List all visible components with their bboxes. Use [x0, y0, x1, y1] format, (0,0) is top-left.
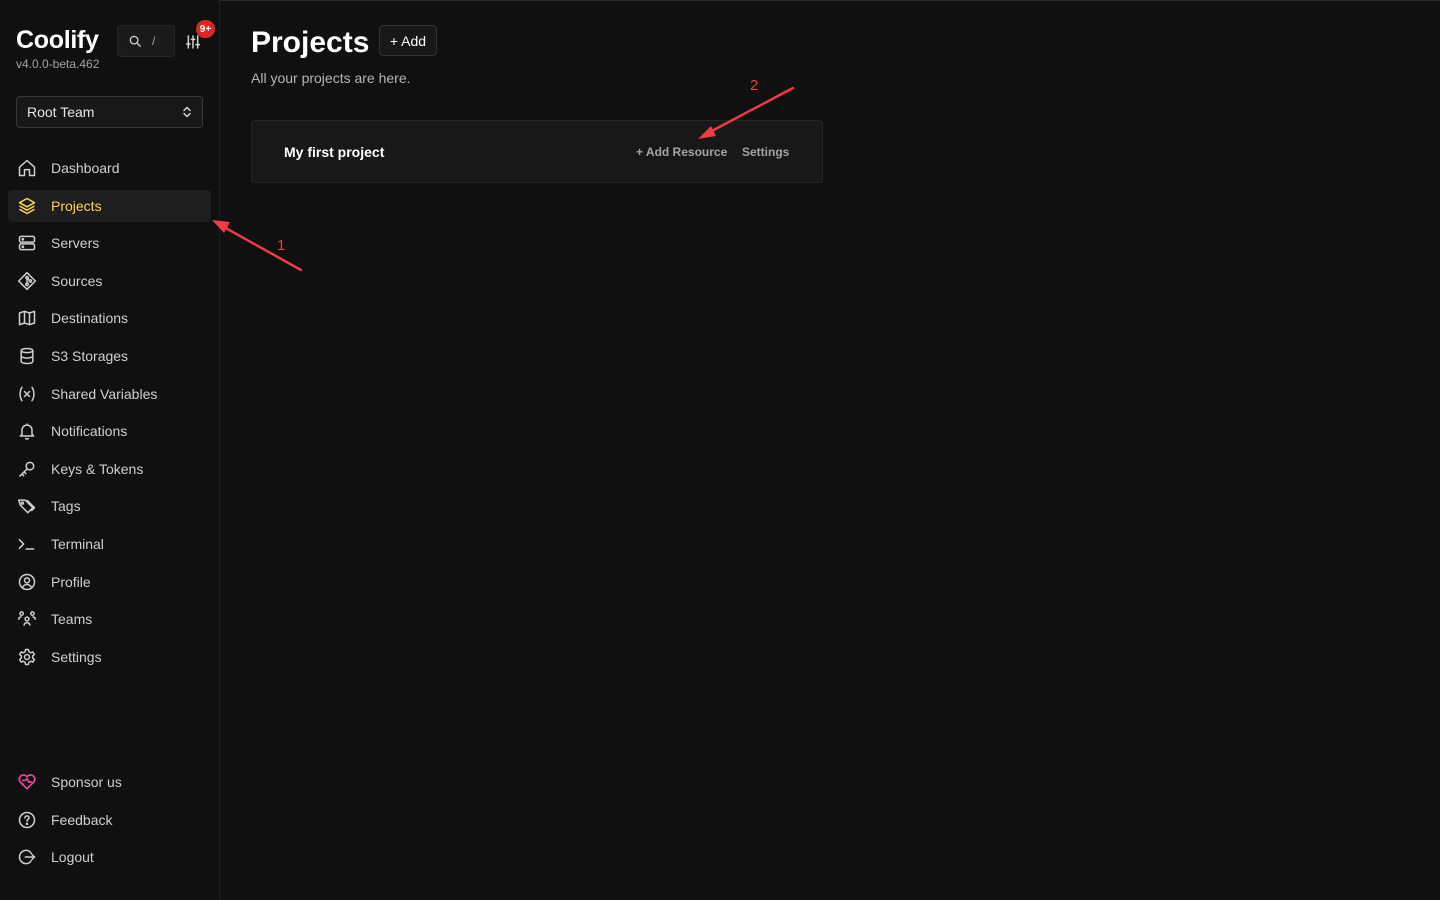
- sidebar-item-logout[interactable]: Logout: [8, 841, 211, 873]
- sidebar-item-label: Keys & Tokens: [51, 460, 144, 477]
- sidebar-item-teams[interactable]: Teams: [8, 603, 211, 635]
- sidebar: Coolify v4.0.0-beta.462 / 9+ Root Team D…: [0, 0, 220, 900]
- sidebar-item-label: Servers: [51, 235, 100, 252]
- sidebar-item-destinations[interactable]: Destinations: [8, 302, 211, 334]
- git-icon: [17, 271, 37, 291]
- sidebar-item-label: Terminal: [51, 535, 104, 552]
- sidebar-item-profile[interactable]: Profile: [8, 566, 211, 598]
- users-icon: [17, 609, 37, 629]
- sidebar-item-sources[interactable]: Sources: [8, 265, 211, 297]
- sidebar-item-label: Sponsor us: [51, 774, 122, 790]
- sidebar-item-sponsor[interactable]: Sponsor us: [8, 766, 211, 798]
- sidebar-bottom-nav: Sponsor us Feedback Logout: [8, 766, 211, 879]
- home-icon: [17, 158, 37, 178]
- sidebar-nav: Dashboard Projects Servers Sources Desti…: [8, 152, 211, 678]
- sidebar-item-notifications[interactable]: Notifications: [8, 415, 211, 447]
- sidebar-item-label: Destinations: [51, 310, 129, 327]
- brand: Coolify v4.0.0-beta.462: [16, 25, 99, 71]
- search-icon: [129, 35, 141, 47]
- sidebar-item-settings[interactable]: Settings: [8, 641, 211, 673]
- search-button[interactable]: /: [117, 25, 175, 57]
- sidebar-item-label: Notifications: [51, 423, 128, 440]
- logout-icon: [17, 847, 37, 867]
- add-project-button[interactable]: + Add: [379, 25, 437, 56]
- terminal-icon: [17, 534, 37, 554]
- sidebar-item-keys-tokens[interactable]: Keys & Tokens: [8, 453, 211, 485]
- sidebar-item-s3-storages[interactable]: S3 Storages: [8, 340, 211, 372]
- sidebar-item-label: Profile: [51, 573, 91, 590]
- sidebar-item-label: Shared Variables: [51, 385, 158, 402]
- sidebar-item-servers[interactable]: Servers: [8, 227, 211, 259]
- user-circle-icon: [17, 572, 37, 592]
- sidebar-item-dashboard[interactable]: Dashboard: [8, 152, 211, 184]
- search-shortcut: /: [152, 34, 156, 48]
- sidebar-item-terminal[interactable]: Terminal: [8, 528, 211, 560]
- tag-icon: [17, 496, 37, 516]
- project-card[interactable]: My first project + Add Resource Settings: [251, 120, 823, 183]
- sidebar-item-label: Teams: [51, 611, 93, 628]
- sliders-icon[interactable]: [185, 34, 201, 50]
- team-select-value: Root Team: [27, 104, 95, 120]
- key-icon: [17, 459, 37, 479]
- annotation-label-2: 2: [750, 77, 759, 94]
- bell-icon: [17, 421, 37, 441]
- sidebar-item-label: Tags: [51, 498, 81, 515]
- team-select[interactable]: Root Team: [16, 96, 203, 128]
- database-icon: [17, 346, 37, 366]
- annotation-arrow-1: [212, 220, 303, 272]
- page-subtitle: All your projects are here.: [251, 70, 411, 86]
- sidebar-item-label: Dashboard: [51, 160, 120, 176]
- project-settings-link[interactable]: Settings: [742, 145, 789, 159]
- project-name[interactable]: My first project: [284, 144, 384, 160]
- heart-icon: [17, 772, 37, 792]
- chevron-up-down-icon: [183, 106, 191, 118]
- map-icon: [17, 308, 37, 328]
- sidebar-item-label: Logout: [51, 849, 94, 866]
- gear-icon: [17, 647, 37, 667]
- add-resource-link[interactable]: + Add Resource: [636, 145, 727, 159]
- sidebar-item-label: Settings: [51, 648, 102, 665]
- sidebar-item-shared-variables[interactable]: Shared Variables: [8, 378, 211, 410]
- server-icon: [17, 233, 37, 253]
- sidebar-item-label: Sources: [51, 272, 103, 289]
- sidebar-item-tags[interactable]: Tags: [8, 490, 211, 522]
- sidebar-item-projects[interactable]: Projects: [8, 189, 211, 222]
- page-title: Projects: [251, 26, 370, 59]
- notification-badge: 9+: [196, 20, 215, 38]
- sidebar-item-label: Feedback: [51, 811, 113, 828]
- app-name[interactable]: Coolify: [16, 25, 99, 55]
- help-circle-icon: [17, 810, 37, 830]
- sidebar-item-feedback[interactable]: Feedback: [8, 804, 211, 836]
- layers-icon: [17, 196, 37, 216]
- app-version: v4.0.0-beta.462: [16, 57, 100, 71]
- annotation-label-1: 1: [277, 237, 286, 254]
- sidebar-item-label: S3 Storages: [51, 347, 129, 364]
- sidebar-item-label: Projects: [51, 197, 102, 214]
- variable-icon: [17, 384, 37, 404]
